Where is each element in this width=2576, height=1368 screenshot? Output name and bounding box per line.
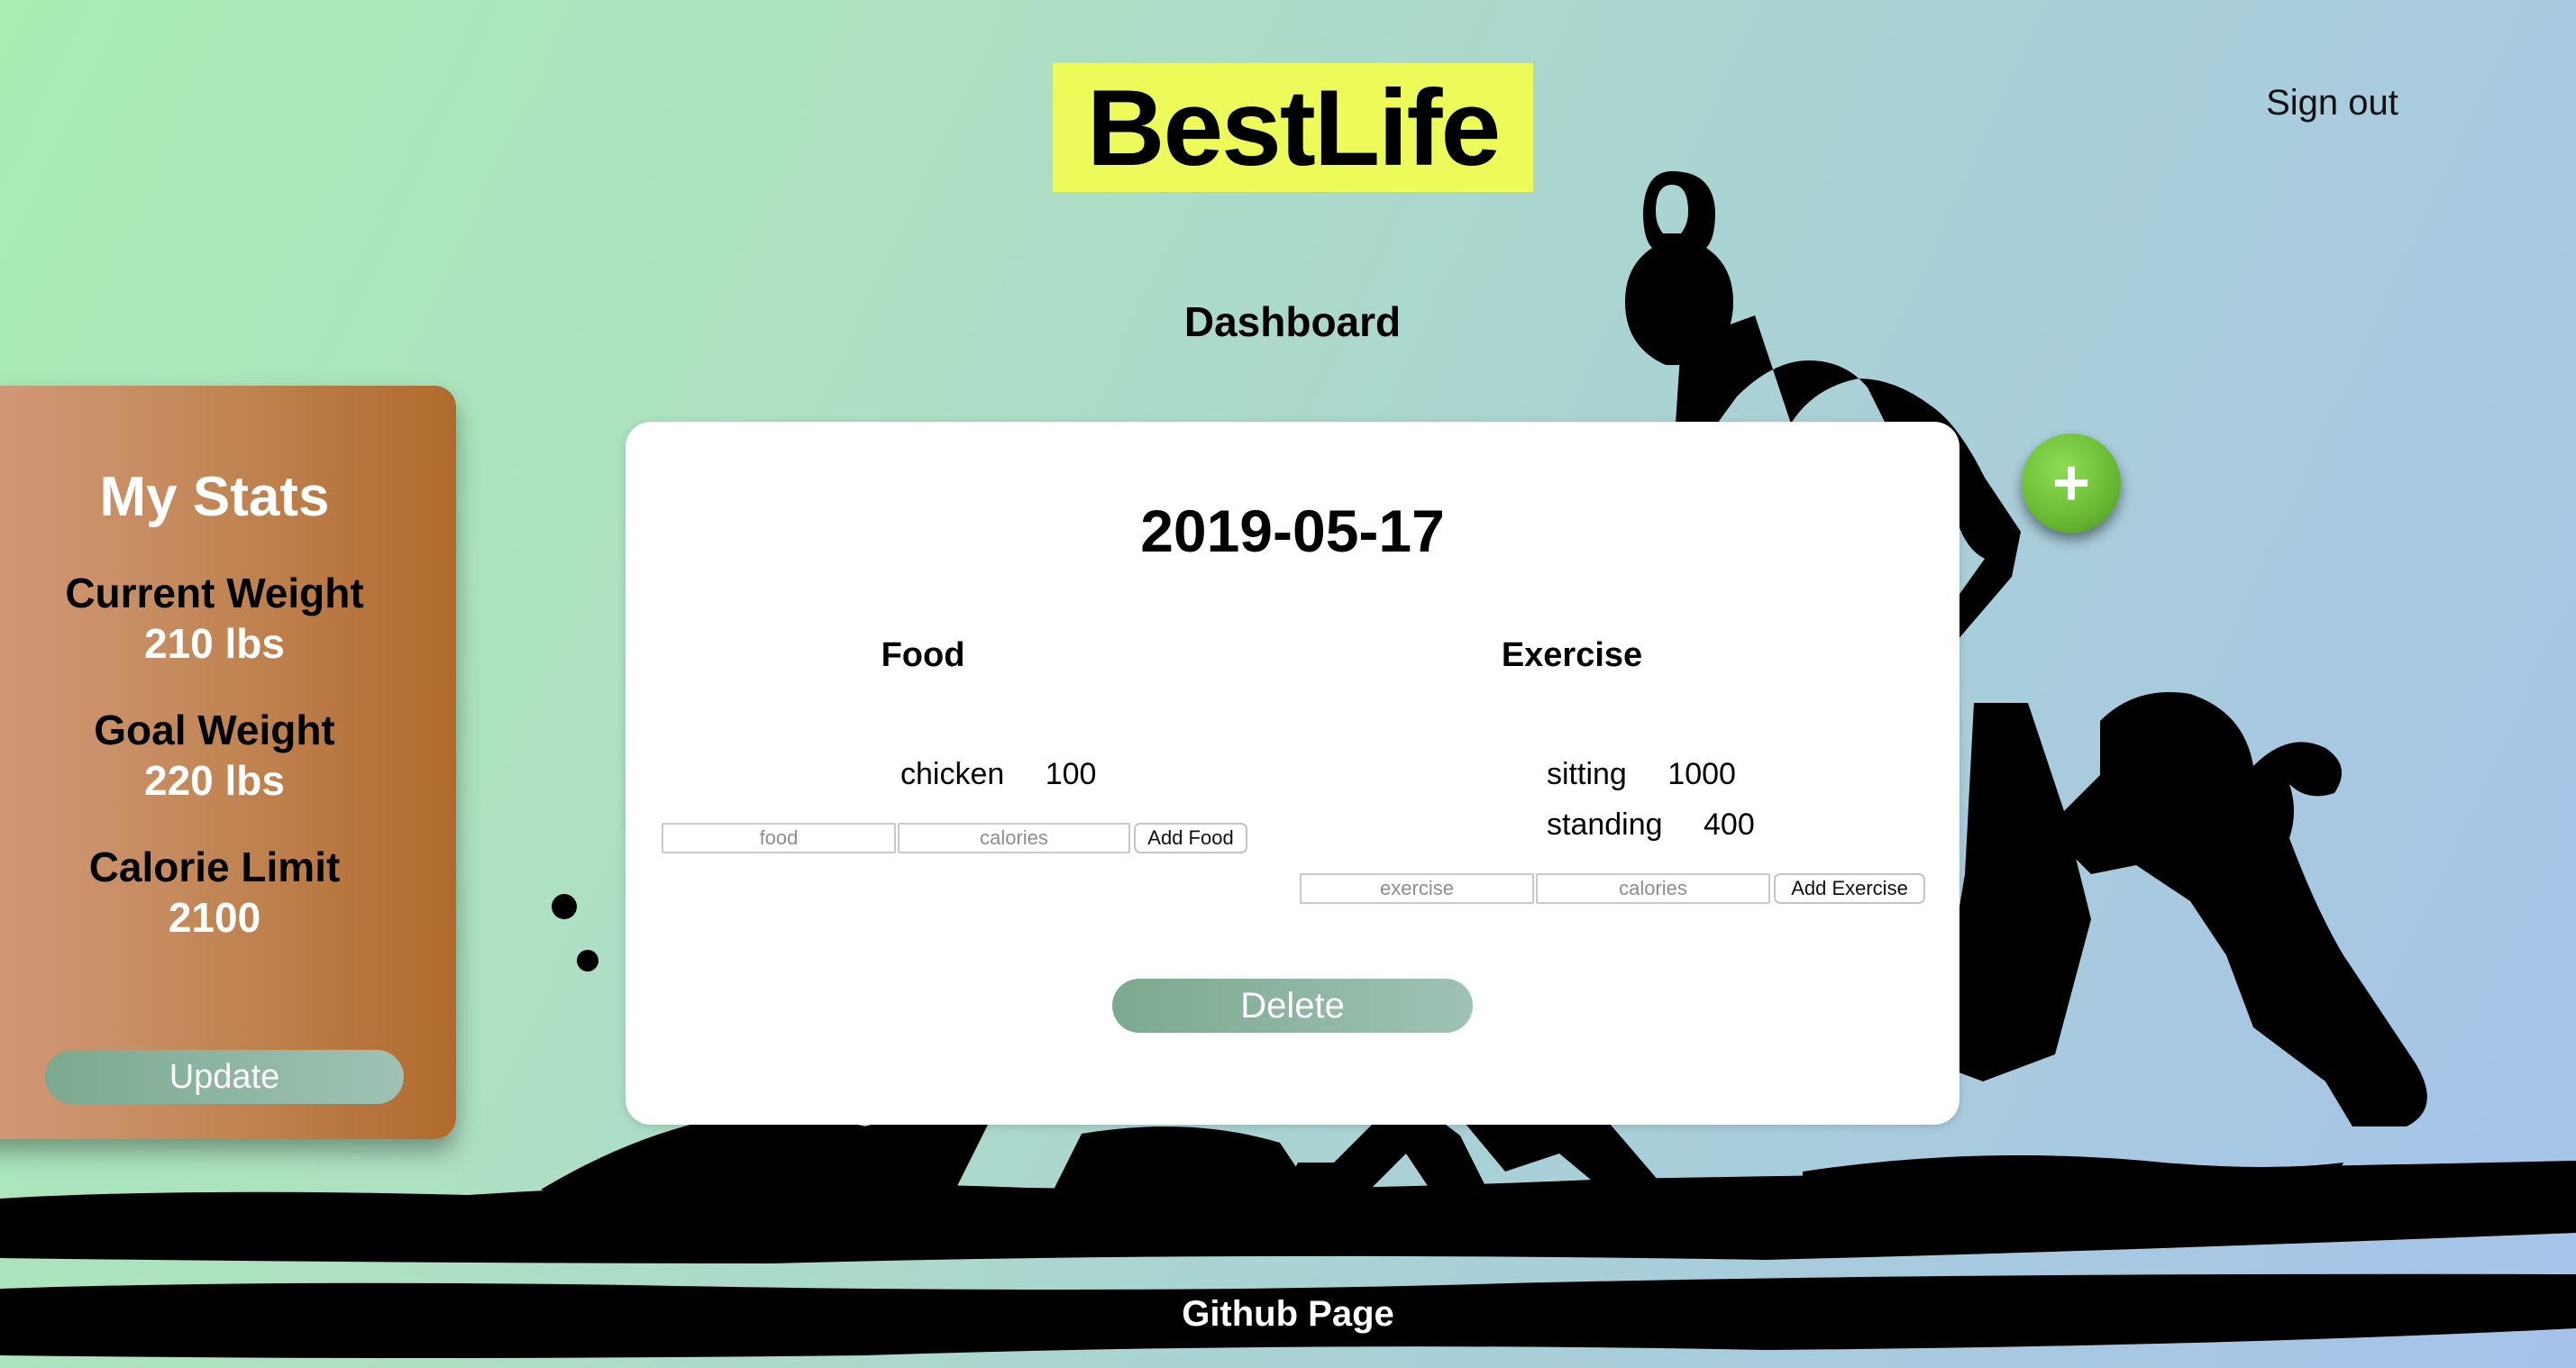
exercise-name-input[interactable] xyxy=(1300,873,1534,904)
food-name-input[interactable] xyxy=(662,823,896,853)
exercise-calories-input[interactable] xyxy=(1536,873,1770,904)
exercise-entry-name: standing xyxy=(1547,807,1663,842)
exercise-entry: sitting 1000 xyxy=(1547,757,1736,792)
add-day-button[interactable]: + xyxy=(2022,433,2121,533)
exercise-title: Exercise xyxy=(1501,636,1643,674)
calorie-limit-value: 2100 xyxy=(168,894,261,941)
github-page-link[interactable]: Github Page xyxy=(1018,1294,1558,1335)
exercise-entry-calories: 400 xyxy=(1704,807,1755,842)
plus-icon: + xyxy=(2051,447,2091,519)
exercise-entry: standing 400 xyxy=(1547,807,1755,843)
food-entry-name: chicken xyxy=(900,757,1005,791)
food-entry: chicken 100 xyxy=(900,757,1096,792)
goal-weight-value: 220 lbs xyxy=(144,757,285,804)
add-food-button[interactable]: Add Food xyxy=(1134,823,1247,853)
add-exercise-button[interactable]: Add Exercise xyxy=(1774,873,1925,904)
food-title: Food xyxy=(881,636,965,674)
calorie-limit-stat: Calorie Limit 2100 xyxy=(0,842,429,943)
stats-heading: My Stats xyxy=(99,466,330,528)
update-stats-button[interactable]: Update xyxy=(45,1050,404,1104)
food-entry-calories: 100 xyxy=(1045,757,1097,791)
sign-out-link[interactable]: Sign out xyxy=(2208,83,2456,123)
day-date: 2019-05-17 xyxy=(1140,497,1445,564)
food-calories-input[interactable] xyxy=(898,823,1130,853)
current-weight-value: 210 lbs xyxy=(144,620,285,667)
current-weight-label: Current Weight xyxy=(65,570,364,616)
exercise-entry-calories: 1000 xyxy=(1667,757,1736,791)
exercise-entry-name: sitting xyxy=(1547,757,1627,791)
stats-panel: My Stats Current Weight 210 lbs Goal Wei… xyxy=(0,386,456,1139)
current-weight-stat: Current Weight 210 lbs xyxy=(0,568,429,669)
goal-weight-label: Goal Weight xyxy=(94,707,335,753)
calorie-limit-label: Calorie Limit xyxy=(88,844,341,890)
page-title: Dashboard xyxy=(1183,298,1402,345)
goal-weight-stat: Goal Weight 220 lbs xyxy=(0,705,429,806)
day-card: 2019-05-17 Food chicken 100 Add Food Exe… xyxy=(626,422,1959,1125)
brand-logo[interactable]: BestLife xyxy=(1053,63,1533,192)
delete-day-button[interactable]: Delete xyxy=(1112,979,1473,1033)
